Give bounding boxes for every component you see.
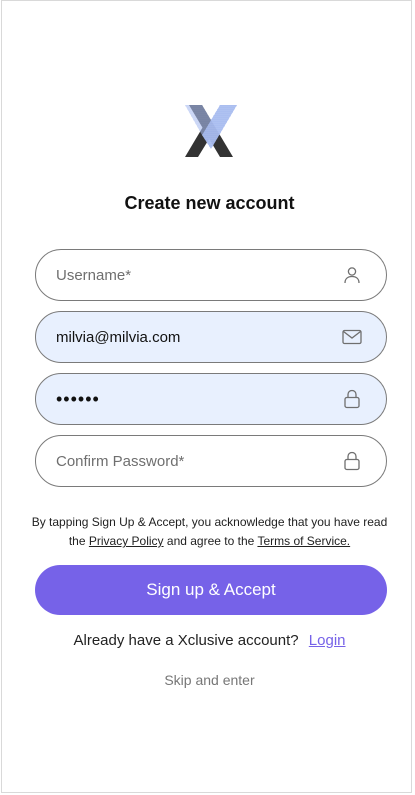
page-title: Create new account	[124, 193, 295, 213]
email-input[interactable]	[36, 312, 342, 362]
app-frame: Create new account Username* milvia@milv…	[1, 0, 412, 793]
skip-and-enter-link[interactable]: Skip and enter	[2, 672, 415, 688]
mail-icon	[342, 327, 362, 347]
password-field-container[interactable]	[35, 373, 387, 425]
email-field-container[interactable]	[35, 311, 387, 363]
terms-middle: and agree to the	[166, 534, 255, 548]
login-link[interactable]: Login	[309, 632, 346, 649]
signup-accept-button[interactable]: Sign up & Accept	[35, 565, 387, 615]
username-input[interactable]	[36, 250, 342, 300]
login-prompt: Already have a Xclusive account? Login	[2, 632, 415, 649]
xclusive-x-logo-icon	[185, 105, 237, 157]
password-input[interactable]	[36, 374, 342, 424]
terms-notice: By tapping Sign Up & Accept, you acknowl…	[22, 513, 397, 551]
user-icon	[342, 265, 362, 285]
login-prompt-text: Already have a Xclusive account?	[73, 632, 299, 649]
lock-icon	[342, 389, 362, 409]
confirm-password-field-container[interactable]	[35, 435, 387, 487]
username-field-container[interactable]	[35, 249, 387, 301]
privacy-policy-link[interactable]: Privacy Policy	[89, 534, 164, 548]
terms-of-service-link[interactable]: Terms of Service.	[257, 534, 350, 548]
confirm-password-input[interactable]	[36, 436, 342, 486]
lock-icon	[342, 451, 362, 471]
